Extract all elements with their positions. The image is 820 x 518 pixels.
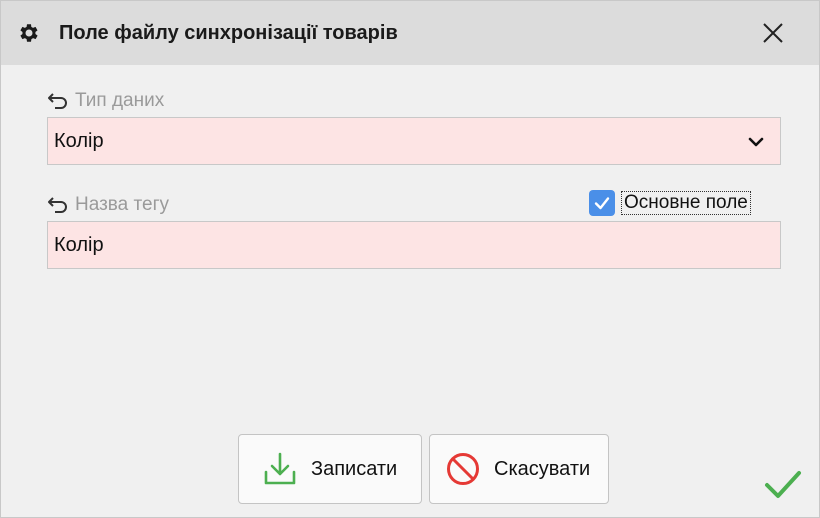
data-type-label: Тип даних [75,90,165,111]
chevron-down-icon[interactable] [746,132,766,152]
title-bar: Поле файлу синхронізації товарів [1,1,819,65]
dialog-window: Поле файлу синхронізації товарів Тип дан… [0,0,820,518]
main-field-label: Основне поле [621,191,751,215]
save-button-label: Записати [311,457,398,480]
dialog-title: Поле файлу синхронізації товарів [59,22,398,44]
main-field-checkbox-row[interactable]: Основне поле [589,189,751,217]
checkmark-icon[interactable] [763,467,803,501]
cancel-button-label: Скасувати [494,457,591,480]
tag-name-value: Колір [54,233,104,256]
download-icon [264,452,296,485]
tag-name-label-row: Назва тегу [47,193,169,217]
checkmark-icon [594,197,610,210]
data-type-select[interactable]: Колір [47,117,781,165]
close-icon[interactable] [757,17,789,49]
tag-name-input[interactable]: Колір [47,221,781,269]
undo-icon[interactable] [47,196,69,214]
cancel-button[interactable]: Скасувати [429,434,609,504]
undo-icon[interactable] [47,92,69,110]
tag-name-label: Назва тегу [75,194,169,215]
no-entry-icon [447,453,479,485]
data-type-label-row: Тип даних [47,89,164,113]
gear-icon [20,24,38,42]
main-field-checkbox[interactable] [589,190,615,216]
save-button[interactable]: Записати [238,434,422,504]
data-type-value: Колір [54,129,104,152]
